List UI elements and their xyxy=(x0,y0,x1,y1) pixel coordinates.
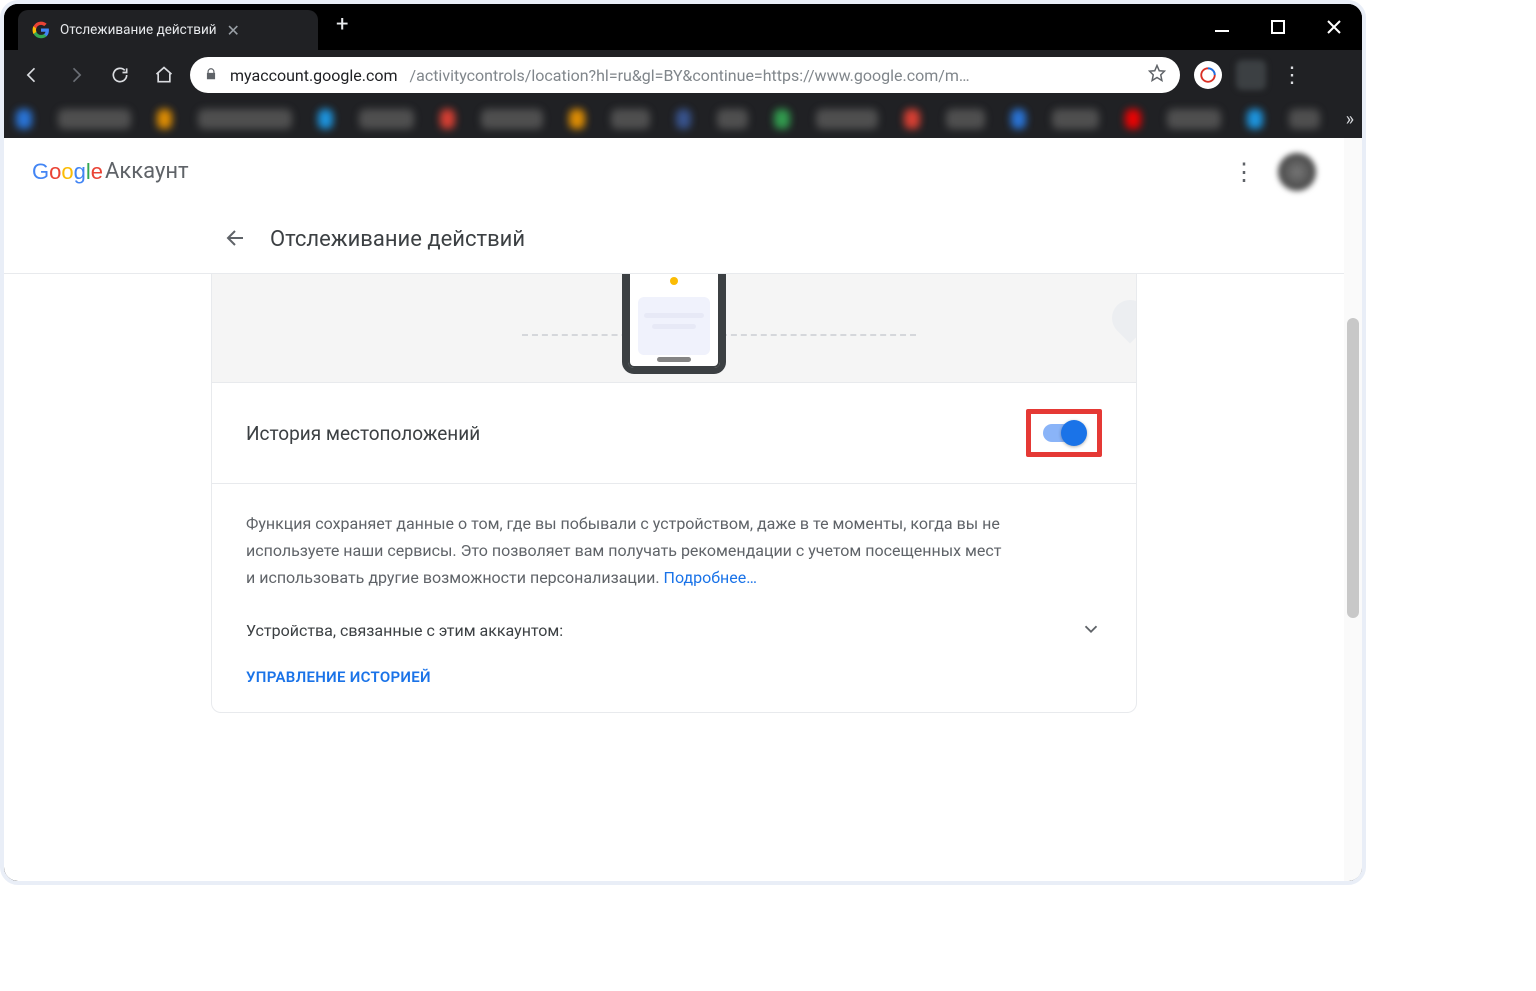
profile-icon[interactable] xyxy=(1236,60,1266,90)
bookmark-item[interactable] xyxy=(359,109,413,129)
bookmark-item[interactable] xyxy=(569,109,585,129)
bookmark-item[interactable] xyxy=(676,109,692,129)
bookmark-item[interactable] xyxy=(1167,109,1221,129)
page-viewport: Google Аккаунт ⋮ Отслеживание действий xyxy=(4,138,1362,881)
learn-more-link[interactable]: Подробнее… xyxy=(664,568,757,587)
toggle-description: Функция сохраняет данные о том, где вы п… xyxy=(246,510,1006,592)
url-path: /activitycontrols/location?hl=ru&gl=BY&c… xyxy=(410,66,970,85)
browser-toolbar: myaccount.google.com/activitycontrols/lo… xyxy=(4,50,1362,100)
bookmark-item[interactable] xyxy=(1289,109,1320,129)
description-row: Функция сохраняет данные о том, где вы п… xyxy=(212,483,1136,712)
bookmark-item[interactable] xyxy=(157,109,173,129)
bookmark-item[interactable] xyxy=(198,109,291,129)
google-account-header: Google Аккаунт ⋮ xyxy=(4,138,1344,206)
bookmark-star-icon[interactable] xyxy=(1148,64,1166,86)
page-scrollbar[interactable] xyxy=(1344,138,1362,881)
browser-window: Отслеживание действий ✕ + myaccount.goog… xyxy=(0,0,1366,885)
bookmark-item[interactable] xyxy=(481,109,543,129)
home-button[interactable] xyxy=(146,57,182,93)
product-name: Аккаунт xyxy=(105,159,189,184)
bookmark-item[interactable] xyxy=(774,109,790,129)
sub-header: Отслеживание действий xyxy=(4,206,1344,274)
close-window-button[interactable] xyxy=(1306,4,1362,50)
location-history-toggle[interactable] xyxy=(1043,424,1085,442)
bookmark-item[interactable] xyxy=(904,109,920,129)
bookmarks-overflow-icon[interactable]: » xyxy=(1346,109,1350,130)
toggle-label: История местоположений xyxy=(246,422,480,445)
card-illustration xyxy=(212,274,1136,382)
bookmark-item[interactable] xyxy=(1011,109,1027,129)
highlight-box xyxy=(1026,409,1102,457)
page-content: Google Аккаунт ⋮ Отслеживание действий xyxy=(4,138,1344,881)
maximize-button[interactable] xyxy=(1250,4,1306,50)
browser-tab[interactable]: Отслеживание действий ✕ xyxy=(18,10,318,50)
reload-button[interactable] xyxy=(102,57,138,93)
manage-history-link[interactable]: УПРАВЛЕНИЕ ИСТОРИЕЙ xyxy=(246,668,1102,686)
bookmark-item[interactable] xyxy=(1125,109,1141,129)
devices-label: Устройства, связанные с этим аккаунтом: xyxy=(246,621,563,640)
phone-illustration-icon xyxy=(622,274,726,374)
bookmark-item[interactable] xyxy=(816,109,878,129)
devices-expand-row[interactable]: Устройства, связанные с этим аккаунтом: xyxy=(246,618,1102,644)
browser-menu-button[interactable]: ⋮ xyxy=(1274,63,1310,88)
close-tab-icon[interactable]: ✕ xyxy=(227,21,240,40)
apps-menu-button[interactable]: ⋮ xyxy=(1232,158,1256,186)
bookmark-item[interactable] xyxy=(1247,109,1263,129)
bookmarks-bar: » xyxy=(4,100,1362,138)
toggle-knob-icon xyxy=(1061,420,1087,446)
titlebar: Отслеживание действий ✕ + xyxy=(4,4,1362,50)
chevron-down-icon xyxy=(1080,618,1102,644)
bookmark-item[interactable] xyxy=(1052,109,1099,129)
url-host: myaccount.google.com xyxy=(230,66,398,85)
nav-forward-button[interactable] xyxy=(58,57,94,93)
tab-title: Отслеживание действий xyxy=(60,22,217,38)
bookmark-item[interactable] xyxy=(611,109,650,129)
google-favicon-icon xyxy=(32,21,50,39)
back-arrow-button[interactable] xyxy=(224,226,248,254)
nav-back-button[interactable] xyxy=(14,57,50,93)
bookmark-item[interactable] xyxy=(58,109,131,129)
new-tab-button[interactable]: + xyxy=(318,12,366,43)
bookmark-item[interactable] xyxy=(946,109,985,129)
page-title: Отслеживание действий xyxy=(270,227,525,252)
settings-card: История местоположений Функция сохраняет… xyxy=(211,274,1137,713)
bookmark-item[interactable] xyxy=(717,109,748,129)
bookmark-item[interactable] xyxy=(440,109,456,129)
google-logo: Google xyxy=(32,159,103,185)
scrollbar-thumb[interactable] xyxy=(1347,318,1359,618)
map-pin-icon xyxy=(1112,300,1136,346)
lock-icon xyxy=(204,66,218,85)
description-text: Функция сохраняет данные о том, где вы п… xyxy=(246,514,1001,587)
account-avatar[interactable] xyxy=(1278,153,1316,191)
bookmark-item[interactable] xyxy=(318,109,334,129)
minimize-button[interactable] xyxy=(1194,4,1250,50)
bookmark-item[interactable] xyxy=(16,109,32,129)
address-bar[interactable]: myaccount.google.com/activitycontrols/lo… xyxy=(190,57,1180,93)
location-history-toggle-row: История местоположений xyxy=(212,382,1136,483)
extension-icon[interactable] xyxy=(1194,61,1222,89)
window-controls xyxy=(1194,4,1362,50)
